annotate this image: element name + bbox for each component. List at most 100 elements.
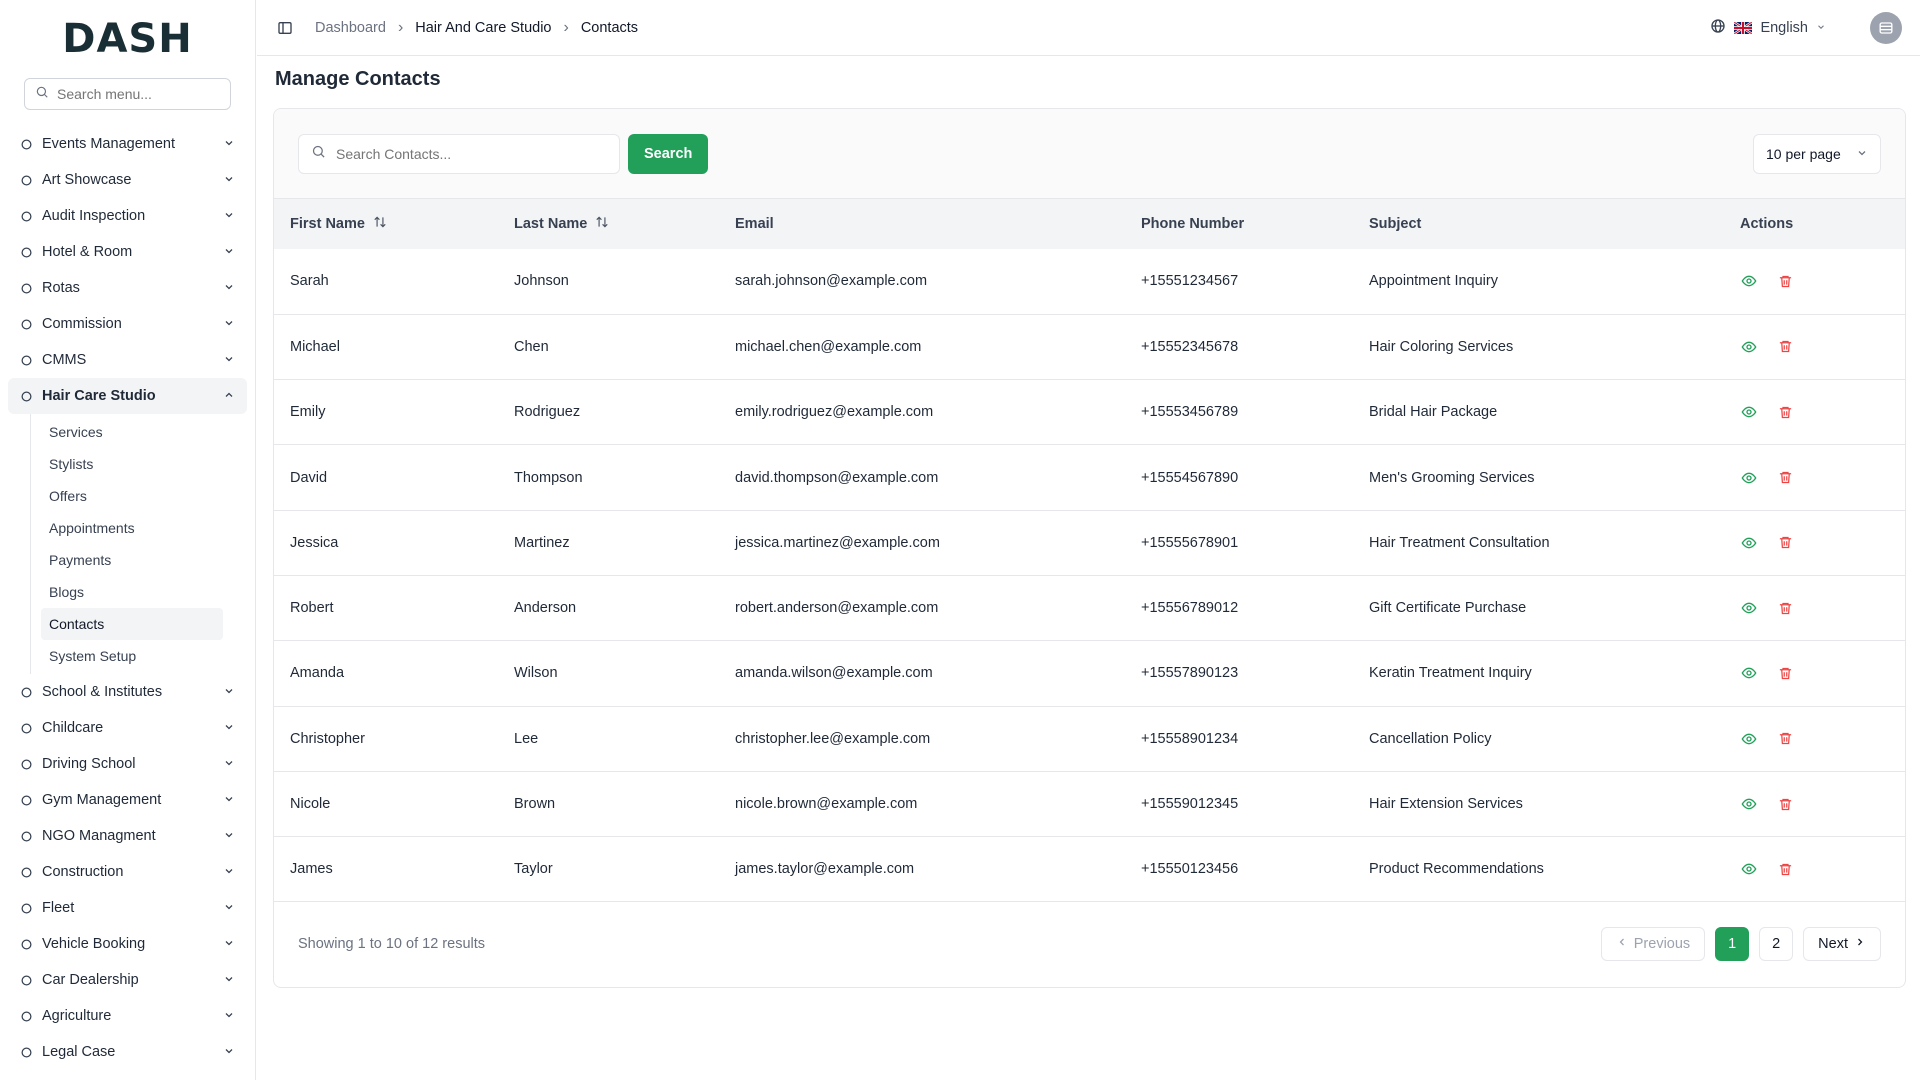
cell-actions [1724,706,1905,771]
contacts-search[interactable] [298,133,620,174]
sidebar-item[interactable]: Audit Inspection [8,198,247,234]
cell-email: nicole.brown@example.com [735,796,918,813]
sidebar-item[interactable]: NGO Managment [8,818,247,854]
delete-trash-icon[interactable] [1776,338,1794,356]
view-eye-icon[interactable] [1740,795,1758,813]
sidebar-item[interactable]: Gym Management [8,782,247,818]
submenu-item[interactable]: Contacts [41,608,223,640]
delete-trash-icon[interactable] [1776,860,1794,878]
steering-icon [18,756,34,772]
view-eye-icon[interactable] [1740,403,1758,421]
chevron-left-icon [1616,936,1628,952]
submenu-item[interactable]: Offers [41,480,223,512]
sidebar-item[interactable]: CMMS [8,342,247,378]
avatar[interactable] [1870,11,1902,44]
chevron-down-icon [223,721,237,735]
breadcrumb-studio[interactable]: Hair And Care Studio [415,20,551,36]
cell-last-name: Anderson [514,600,577,617]
sidebar-toggle-icon[interactable] [275,18,295,38]
sidebar-item[interactable]: Agriculture [8,998,247,1034]
col-first-name[interactable]: First Name [274,199,498,249]
page-1-button[interactable]: 1 [1715,927,1750,961]
breadcrumb-dashboard[interactable]: Dashboard [315,20,386,36]
chevron-down-icon [223,793,237,807]
sidebar-item-label: Gym Management [42,792,162,808]
cell-email: james.taylor@example.com [735,861,915,878]
submenu-item[interactable]: Payments [41,544,223,576]
per-page-select[interactable]: 10 per page [1753,133,1881,174]
results-summary: Showing 1 to 10 of 12 results [298,936,486,952]
view-eye-icon[interactable] [1740,534,1758,552]
delete-trash-icon[interactable] [1776,795,1794,813]
delete-trash-icon[interactable] [1776,599,1794,617]
page-2-button[interactable]: 2 [1759,927,1794,961]
sidebar-item[interactable]: Fleet [8,890,247,926]
table-row: Nicole Brown nicole.brown@example.com +1555… [274,771,1905,837]
sidebar-search[interactable] [24,78,231,110]
submenu-item[interactable]: Appointments [41,512,223,544]
contacts-search-input[interactable] [336,145,607,162]
sidebar-item[interactable]: Vehicle Booking [8,926,247,962]
view-eye-icon[interactable] [1740,664,1758,682]
sort-icon[interactable] [373,215,387,233]
sidebar-item[interactable]: Rotas [8,270,247,306]
chevron-down-icon [223,137,237,151]
view-eye-icon[interactable] [1740,599,1758,617]
search-button[interactable]: Search [628,133,709,174]
sidebar-item[interactable]: Art Showcase [8,162,247,198]
car-icon [18,972,34,988]
view-eye-icon[interactable] [1740,469,1758,487]
view-eye-icon[interactable] [1740,860,1758,878]
previous-button[interactable]: Previous [1600,927,1706,961]
chevron-down-icon [223,685,237,699]
cell-last-name: Thompson [514,469,583,486]
submenu-item[interactable]: Stylists [41,448,223,480]
sidebar-item[interactable]: Hotel & Room [8,234,247,270]
sidebar-item[interactable]: Legal Case [8,1034,247,1070]
sidebar-item[interactable]: School & Institutes [8,674,247,710]
sidebar: DASH Events Management Art Showcase Audit … [0,0,256,1080]
submenu-item[interactable]: System Setup [41,640,223,672]
view-eye-icon[interactable] [1740,338,1758,356]
chevron-down-icon [223,173,237,187]
sidebar-item[interactable]: Events Management [8,126,247,162]
sidebar-item[interactable]: Commission [8,306,247,342]
next-button[interactable]: Next [1803,927,1881,961]
sidebar-item-label: Fleet [42,900,75,916]
sidebar-item[interactable]: Car Dealership [8,962,247,998]
cell-email: amanda.wilson@example.com [735,665,933,682]
col-last-name[interactable]: Last Name [498,199,719,249]
delete-trash-icon[interactable] [1776,403,1794,421]
cell-first-name: James [290,861,333,878]
sort-icon[interactable] [595,215,609,233]
view-eye-icon[interactable] [1740,730,1758,748]
chevron-down-icon [223,245,237,259]
cell-actions [1724,445,1905,510]
childcare-icon [18,720,34,736]
delete-trash-icon[interactable] [1776,469,1794,487]
cell-phone: +15552345678 [1141,338,1239,355]
sidebar-item[interactable]: Tour & Travel [8,1070,247,1080]
cell-subject: Cancellation Policy [1369,730,1492,747]
submenu-item[interactable]: Services [41,416,223,448]
sidebar-item-label: NGO Managment [42,828,156,844]
delete-trash-icon[interactable] [1776,534,1794,552]
chevron-down-icon[interactable] [1816,20,1826,36]
sidebar-item[interactable]: Hair Care Studio [8,378,247,414]
sidebar-item-label: Events Management [42,136,175,152]
cell-first-name: Jessica [290,534,339,551]
view-eye-icon[interactable] [1740,272,1758,290]
cell-phone: +15553456789 [1141,404,1239,421]
chevron-down-icon [1856,146,1868,162]
sidebar-search-input[interactable] [57,86,220,102]
submenu-item[interactable]: Blogs [41,576,223,608]
language-select[interactable]: English [1760,20,1808,36]
sidebar-item[interactable]: Childcare [8,710,247,746]
sidebar-item[interactable]: Driving School [8,746,247,782]
table-footer: Showing 1 to 10 of 12 results Previous 1… [274,901,1905,987]
delete-trash-icon[interactable] [1776,664,1794,682]
sidebar-item[interactable]: Construction [8,854,247,890]
chevron-right-icon [1854,936,1866,952]
delete-trash-icon[interactable] [1776,730,1794,748]
delete-trash-icon[interactable] [1776,272,1794,290]
